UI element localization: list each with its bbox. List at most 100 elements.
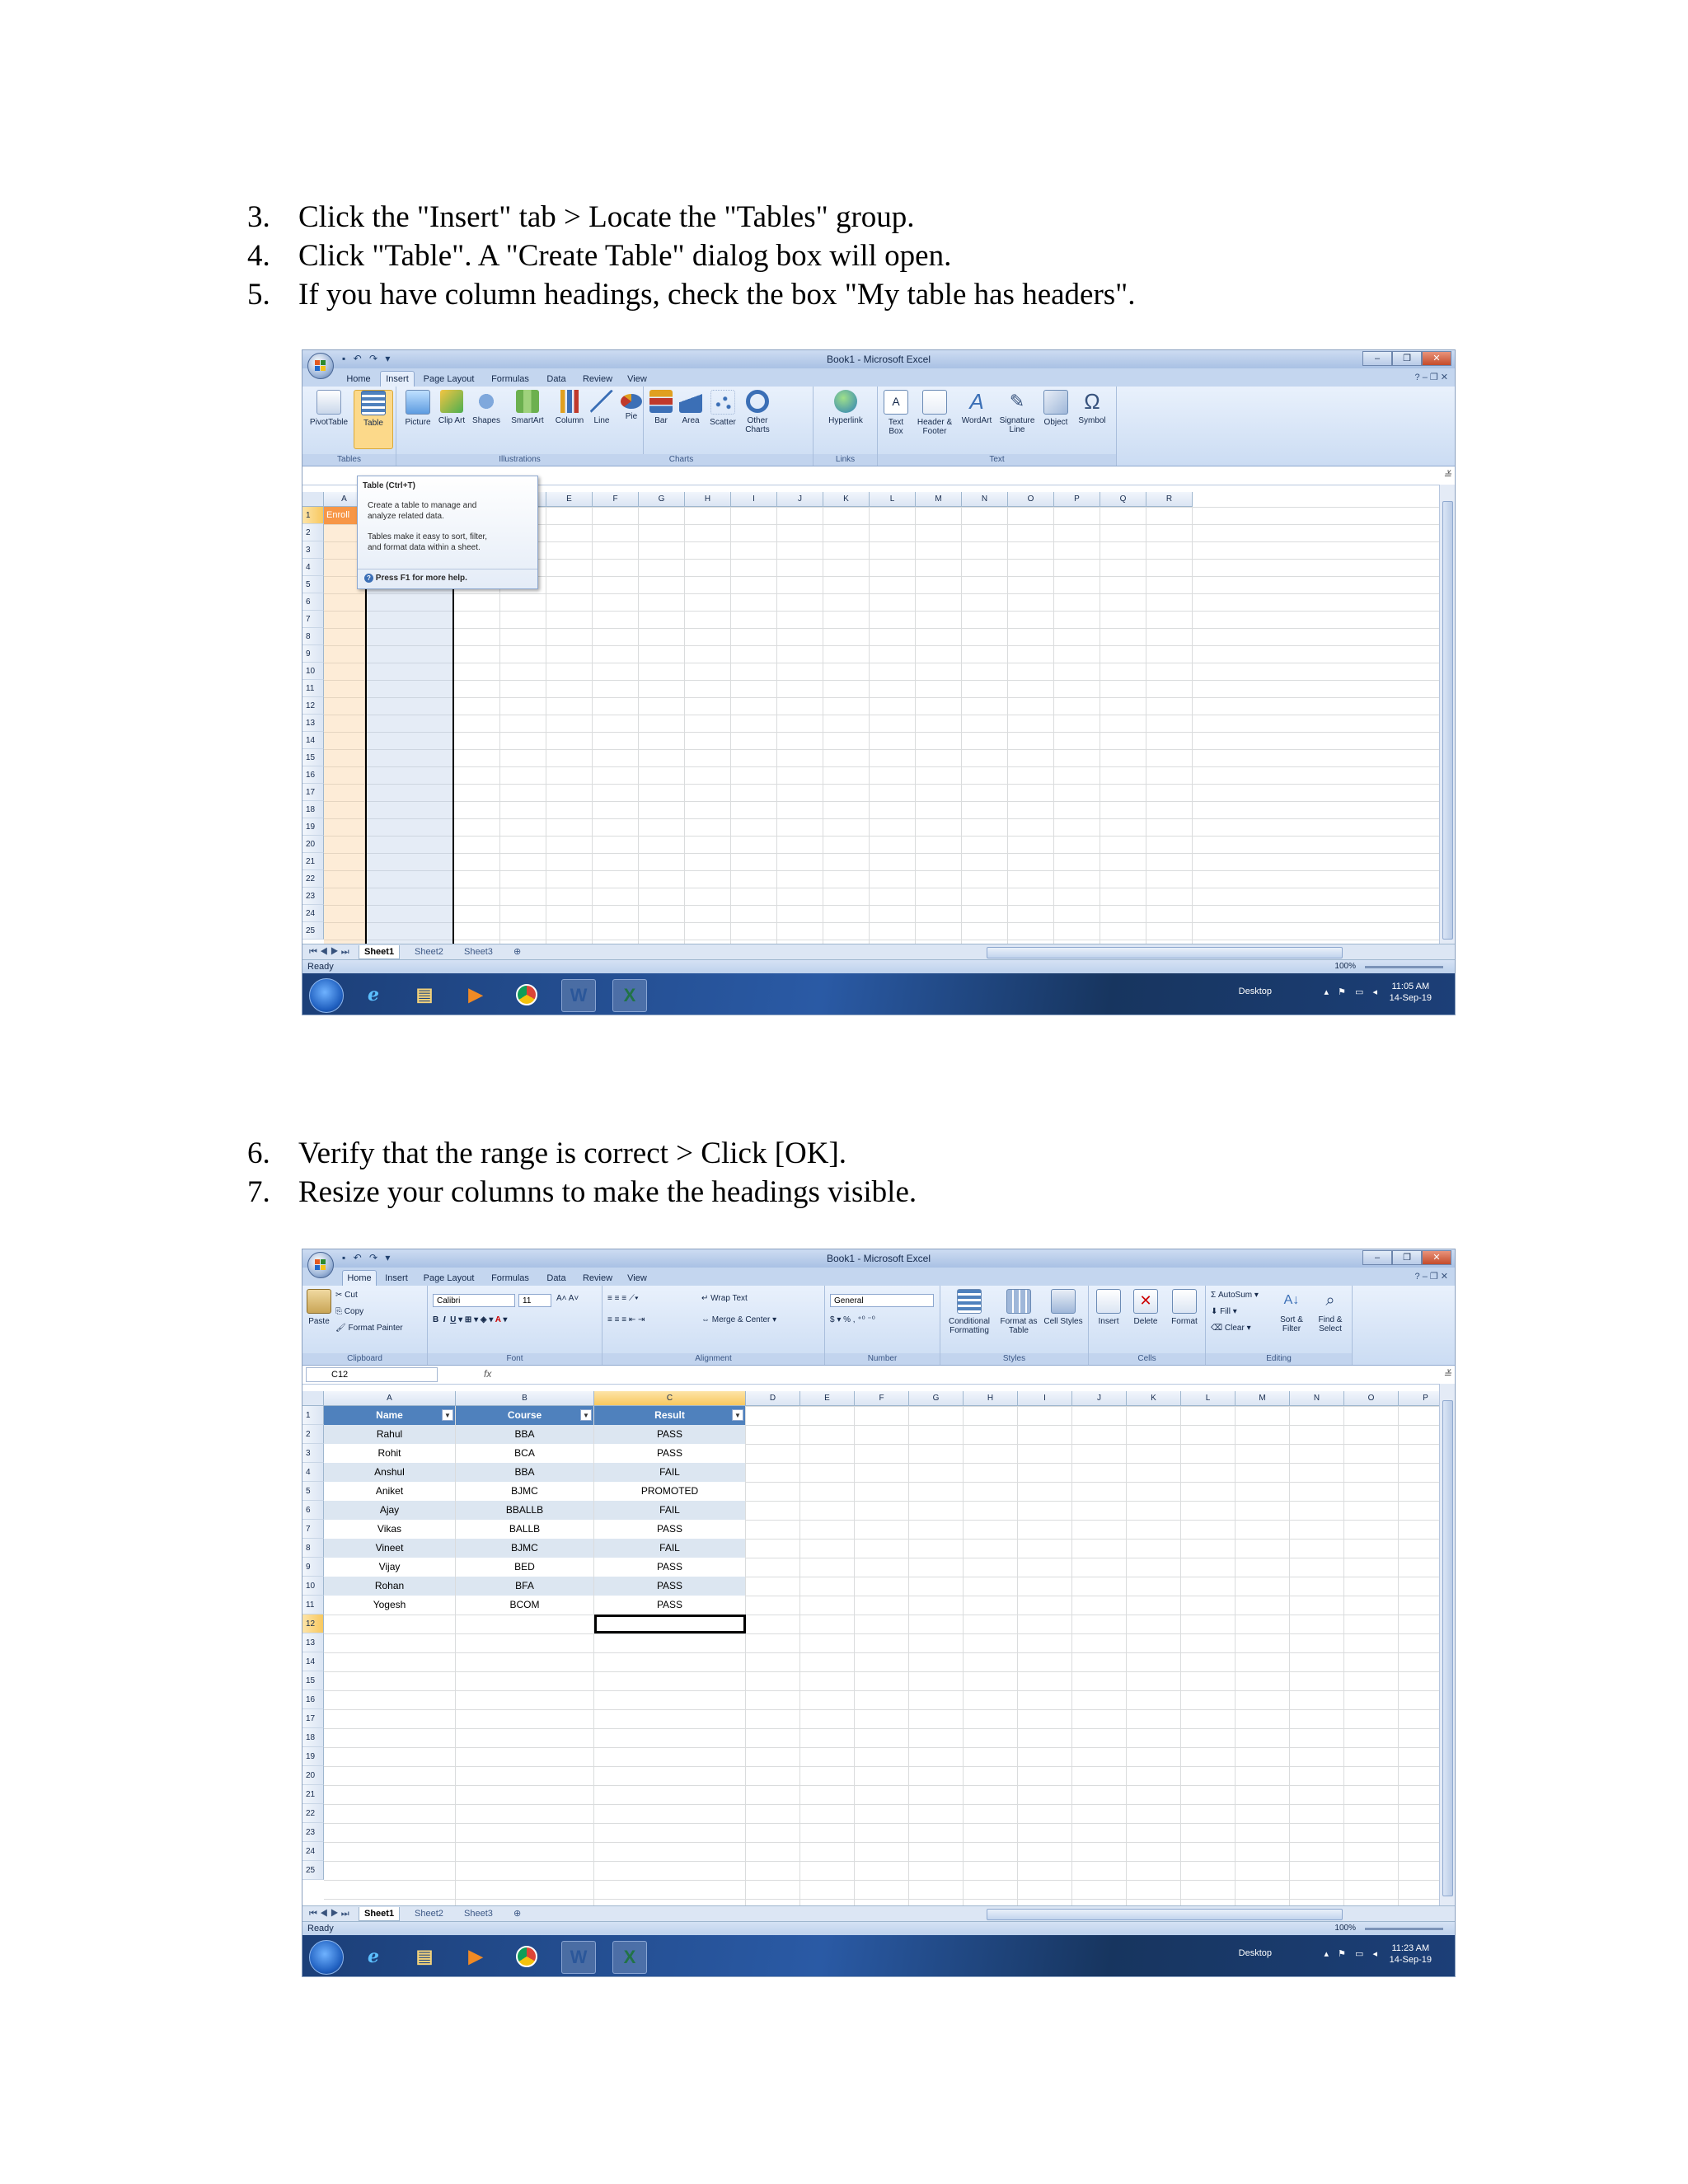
- table-cell[interactable]: BBA: [456, 1463, 593, 1482]
- office-button[interactable]: [307, 353, 334, 379]
- column-header[interactable]: G: [639, 492, 685, 507]
- row-header[interactable]: 6: [302, 593, 324, 611]
- select-all-corner[interactable]: [302, 1391, 324, 1406]
- minimize-icon[interactable]: –: [1362, 1250, 1392, 1265]
- tab-data[interactable]: Data: [540, 1271, 573, 1286]
- row-header[interactable]: 14: [302, 732, 324, 749]
- row-header[interactable]: 13: [302, 715, 324, 732]
- column-header[interactable]: D: [746, 1391, 800, 1406]
- column-chart-button[interactable]: Column: [553, 390, 586, 425]
- column-header[interactable]: R: [1146, 492, 1193, 507]
- format-as-table-button[interactable]: Format as Table: [996, 1289, 1041, 1335]
- format-painter-button[interactable]: 🖌 Format Painter: [335, 1324, 403, 1333]
- row-header[interactable]: 14: [302, 1652, 324, 1671]
- font-size-select[interactable]: 11: [518, 1294, 551, 1307]
- sort-filter-button[interactable]: A↓ Sort & Filter: [1273, 1289, 1310, 1333]
- clock[interactable]: 11:23 AM 14-Sep-19: [1390, 1943, 1432, 1966]
- row-header[interactable]: 12: [302, 697, 324, 715]
- quick-access-toolbar[interactable]: ▪ ↶ ↷ ▾: [342, 353, 392, 364]
- row-header[interactable]: 11: [302, 1596, 324, 1615]
- bold-italic-underline-icons[interactable]: B I U ▾ ⊞ ▾ ◈ ▾ A ▾: [433, 1315, 507, 1324]
- row-header[interactable]: 20: [302, 1766, 324, 1785]
- minimize-icon[interactable]: –: [1362, 351, 1392, 366]
- header-footer-button[interactable]: Header & Footer: [912, 390, 957, 436]
- signature-line-button[interactable]: ✎ Signature Line: [996, 390, 1038, 434]
- column-header[interactable]: L: [1181, 1391, 1236, 1406]
- tab-home[interactable]: Home: [342, 372, 375, 387]
- clear-button[interactable]: ⌫ Clear ▾: [1211, 1324, 1251, 1333]
- table-cell[interactable]: Vineet: [324, 1539, 455, 1558]
- row-header[interactable]: 2: [302, 524, 324, 541]
- media-player-icon[interactable]: ▶: [459, 1941, 492, 1972]
- bar-chart-button[interactable]: Bar: [649, 390, 673, 425]
- tab-formulas[interactable]: Formulas: [485, 1271, 535, 1286]
- function-icon[interactable]: fx: [484, 1368, 491, 1380]
- column-header[interactable]: F: [855, 1391, 909, 1406]
- sheet-tab-1[interactable]: Sheet1: [359, 1907, 401, 1921]
- table-cell[interactable]: Rahul: [324, 1425, 455, 1444]
- column-header[interactable]: L: [870, 492, 916, 507]
- fill-button[interactable]: ⬇ Fill ▾: [1211, 1307, 1237, 1316]
- column-header[interactable]: H: [964, 1391, 1018, 1406]
- column-header[interactable]: B: [456, 1391, 594, 1406]
- column-header[interactable]: A: [324, 1391, 456, 1406]
- help-icon[interactable]: ? – ❐ ✕: [1415, 372, 1448, 382]
- chrome-icon[interactable]: [510, 1941, 543, 1972]
- line-chart-button[interactable]: Line: [589, 390, 614, 425]
- shapes-button[interactable]: Shapes: [469, 390, 504, 425]
- tab-page-layout[interactable]: Page Layout: [418, 1271, 480, 1286]
- symbol-button[interactable]: Ω Symbol: [1074, 390, 1110, 425]
- zoom-slider[interactable]: [1365, 966, 1443, 968]
- row-header[interactable]: 11: [302, 680, 324, 697]
- column-header[interactable]: M: [916, 492, 962, 507]
- table-cell[interactable]: Aniket: [324, 1482, 455, 1501]
- word-icon[interactable]: W: [561, 979, 596, 1012]
- column-header[interactable]: I: [1018, 1391, 1072, 1406]
- row-header[interactable]: 9: [302, 645, 324, 663]
- insert-sheet-icon[interactable]: ⊕: [509, 945, 526, 958]
- row-header[interactable]: 4: [302, 559, 324, 576]
- table-cell[interactable]: Yogesh: [324, 1596, 455, 1615]
- vertical-align-icons[interactable]: ≡ ≡ ≡ ⟋▾: [607, 1294, 639, 1303]
- excel-icon[interactable]: X: [612, 1941, 647, 1974]
- row-header[interactable]: 4: [302, 1463, 324, 1482]
- tab-insert[interactable]: Insert: [380, 1271, 413, 1286]
- horizontal-scrollbar[interactable]: [987, 1909, 1343, 1920]
- column-header[interactable]: F: [593, 492, 639, 507]
- row-header[interactable]: 2: [302, 1425, 324, 1444]
- conditional-formatting-button[interactable]: Conditional Formatting: [944, 1289, 995, 1335]
- hyperlink-button[interactable]: Hyperlink: [818, 390, 873, 425]
- row-header[interactable]: 8: [302, 1539, 324, 1558]
- table-cell[interactable]: Anshul: [324, 1463, 455, 1482]
- system-tray-icons[interactable]: ▴ ⚑ ▭ ◂: [1325, 987, 1381, 997]
- name-box[interactable]: C12: [306, 1367, 438, 1382]
- tab-review[interactable]: Review: [578, 372, 617, 387]
- table-cell[interactable]: Vijay: [324, 1558, 455, 1577]
- filter-dropdown-icon[interactable]: ▼: [732, 1409, 743, 1421]
- chrome-icon[interactable]: [510, 979, 543, 1010]
- pie-chart-button[interactable]: Pie: [617, 390, 645, 421]
- cut-button[interactable]: ✂ Cut: [335, 1291, 358, 1300]
- restore-icon[interactable]: ❐: [1392, 351, 1422, 366]
- horizontal-align-icons[interactable]: ≡ ≡ ≡ ⇤ ⇥: [607, 1315, 645, 1324]
- table-cell[interactable]: PASS: [594, 1520, 745, 1539]
- row-header[interactable]: 16: [302, 766, 324, 784]
- sheet-tab-3[interactable]: Sheet3: [459, 945, 498, 958]
- smartart-button[interactable]: SmartArt: [507, 390, 548, 425]
- tab-data[interactable]: Data: [540, 372, 573, 387]
- column-header[interactable]: E: [546, 492, 593, 507]
- restore-icon[interactable]: ❐: [1392, 1250, 1422, 1265]
- column-header[interactable]: C: [594, 1391, 746, 1406]
- row-header[interactable]: 22: [302, 870, 324, 888]
- merge-center-button[interactable]: ⇔ Merge & Center ▾: [701, 1315, 776, 1324]
- row-header[interactable]: 23: [302, 888, 324, 905]
- expand-icon[interactable]: ≚: [1443, 469, 1451, 480]
- wrap-text-button[interactable]: ↵ Wrap Text: [701, 1294, 748, 1303]
- window-controls[interactable]: – ❐ ✕: [1362, 351, 1451, 366]
- vertical-scrollbar[interactable]: [1439, 485, 1455, 959]
- column-header[interactable]: N: [1290, 1391, 1344, 1406]
- tab-home[interactable]: Home: [342, 1270, 377, 1286]
- filter-dropdown-icon[interactable]: ▼: [580, 1409, 592, 1421]
- row-header[interactable]: 7: [302, 611, 324, 628]
- tab-insert[interactable]: Insert: [380, 371, 415, 387]
